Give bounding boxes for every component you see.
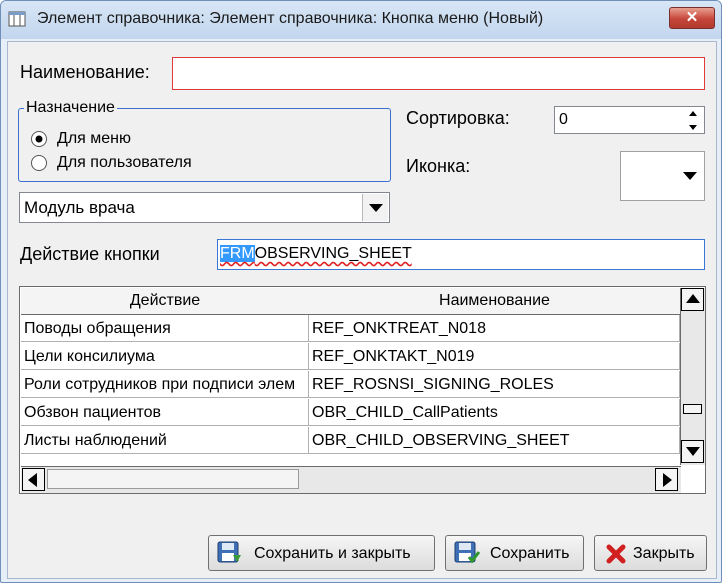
action-value: FRMOBSERVING_SHEET — [220, 245, 412, 263]
sort-value: 0 — [559, 111, 568, 128]
table-cell-name: OBR_CHILD_CallPatients — [309, 399, 680, 426]
module-select-value: Модуль врача — [24, 198, 135, 217]
close-label: Закрыть — [633, 545, 695, 562]
vertical-scrollbar[interactable] — [680, 288, 705, 465]
sort-spinner[interactable]: 0 — [554, 106, 705, 134]
window-close-button[interactable]: ✕ — [669, 7, 715, 29]
dialog-content: Наименование: Назначение Для меню Для по… — [7, 41, 717, 579]
arrow-up-icon — [686, 294, 700, 303]
chevron-down-icon — [369, 204, 383, 212]
table-app-icon — [8, 11, 26, 27]
horizontal-scrollbar[interactable] — [21, 466, 681, 493]
table-cell-name: REF_ROSNSI_SIGNING_ROLES — [309, 371, 680, 398]
save-label: Сохранить — [490, 545, 570, 562]
purpose-legend: Назначение — [24, 99, 117, 117]
spin-up-icon[interactable] — [683, 108, 703, 120]
table-cell-name: REF_ONKTAKT_N019 — [309, 343, 680, 370]
action-value-rest: OBSERVING_SHEET — [254, 245, 412, 262]
chevron-down-icon — [683, 172, 697, 180]
table-cell-action: Листы наблюдений — [21, 427, 309, 454]
save-button[interactable]: Сохранить — [445, 535, 584, 571]
close-button[interactable]: Закрыть — [594, 535, 707, 571]
vertical-scroll-thumb[interactable] — [683, 404, 702, 414]
radio-for-user[interactable] — [30, 154, 48, 172]
scroll-right-button[interactable] — [655, 468, 678, 491]
action-input[interactable]: FRMOBSERVING_SHEET — [217, 239, 705, 270]
close-icon: ✕ — [685, 9, 699, 26]
radio-for-menu-label[interactable]: Для меню — [57, 130, 131, 148]
table-cell-name: REF_ONKTREAT_N018 — [309, 315, 680, 342]
module-select[interactable]: Модуль врача — [19, 192, 390, 223]
table-cell-action: Роли сотрудников при подписи элем — [21, 371, 309, 398]
column-header-action[interactable]: Действие — [21, 288, 310, 315]
name-label: Наименование: — [20, 62, 150, 82]
column-header-name[interactable]: Наименование — [309, 288, 681, 315]
sort-label: Сортировка: — [406, 108, 510, 128]
save-disk-icon — [454, 541, 480, 564]
horizontal-scroll-thumb[interactable] — [47, 469, 299, 489]
radio-for-user-label[interactable]: Для пользователя — [57, 154, 192, 172]
icon-label: Иконка: — [406, 156, 471, 176]
table-cell-action: Обзвон пациентов — [21, 399, 309, 426]
table-cell-name: OBR_CHILD_OBSERVING_SHEET — [309, 427, 680, 454]
action-value-selected: FRM — [220, 245, 255, 262]
arrow-left-icon — [28, 473, 37, 487]
save-disk-icon — [217, 541, 241, 563]
action-label: Действие кнопки — [20, 244, 160, 264]
table-cell-action: Поводы обращения — [21, 315, 309, 342]
radio-for-menu[interactable] — [30, 130, 48, 148]
save-and-close-label: Сохранить и закрыть — [254, 545, 411, 562]
table-cell-action: Цели консилиума — [21, 343, 309, 370]
actions-table[interactable]: Действие Наименование Поводы обращения R… — [19, 286, 706, 494]
scroll-down-button[interactable] — [681, 440, 704, 463]
window-title: Элемент справочника: Элемент справочника… — [37, 10, 544, 27]
arrow-right-icon — [663, 473, 672, 487]
module-select-dropdown-button[interactable] — [362, 194, 388, 221]
name-input[interactable] — [172, 57, 705, 90]
red-x-icon — [606, 544, 626, 564]
icon-picker[interactable] — [620, 151, 705, 201]
title-bar[interactable]: Элемент справочника: Элемент справочника… — [1, 1, 721, 39]
arrow-down-icon — [686, 447, 700, 456]
scroll-left-button[interactable] — [22, 468, 45, 491]
scroll-up-button[interactable] — [681, 288, 704, 311]
dialog-window: Элемент справочника: Элемент справочника… — [0, 0, 722, 583]
save-and-close-button[interactable]: Сохранить и закрыть — [208, 535, 435, 571]
spin-down-icon[interactable] — [683, 121, 703, 133]
